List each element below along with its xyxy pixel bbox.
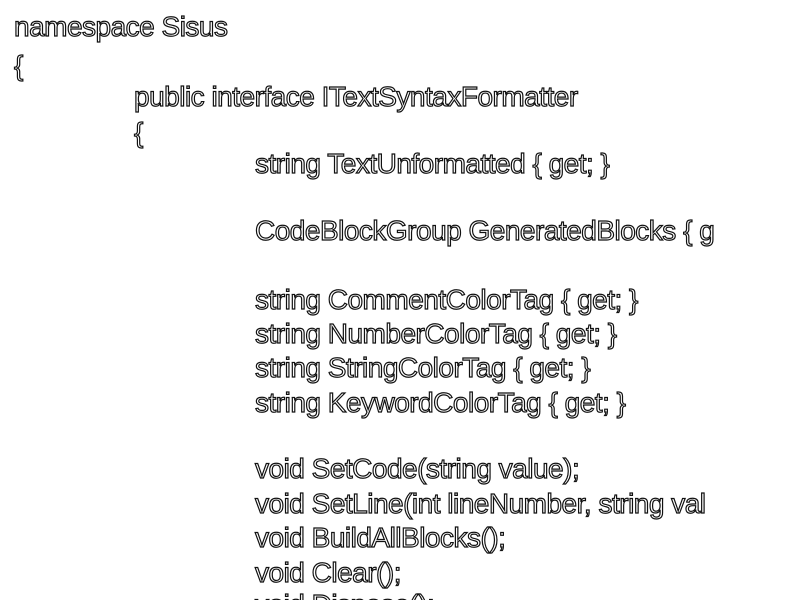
code-line-keyword-color-tag: string KeywordColorTag { get; } <box>254 386 626 418</box>
code-line-open-brace-interface: { <box>133 116 144 148</box>
code-line-dispose: void Dispose(); <box>254 588 435 600</box>
code-line-string-color-tag: string StringColorTag { get; } <box>254 351 591 383</box>
code-line-generated-blocks: CodeBlockGroup GeneratedBlocks { g <box>254 214 715 246</box>
code-line-number-color-tag: string NumberColorTag { get; } <box>254 317 617 349</box>
code-line-open-brace-namespace: { <box>13 49 24 81</box>
code-line-namespace: namespace Sisus <box>13 10 228 42</box>
code-line-set-code: void SetCode(string value); <box>254 452 580 484</box>
code-line-text-unformatted: string TextUnformatted { get; } <box>254 147 610 179</box>
code-line-build-all-blocks: void BuildAllBlocks(); <box>254 521 506 553</box>
code-line-clear: void Clear(); <box>254 556 402 588</box>
code-line-comment-color-tag: string CommentColorTag { get; } <box>254 283 639 315</box>
code-line-set-line: void SetLine(int lineNumber, string val <box>254 487 706 519</box>
code-line-interface-declaration: public interface ITextSyntaxFormatter <box>133 80 578 112</box>
code-view: namespace Sisus { public interface IText… <box>0 0 800 600</box>
